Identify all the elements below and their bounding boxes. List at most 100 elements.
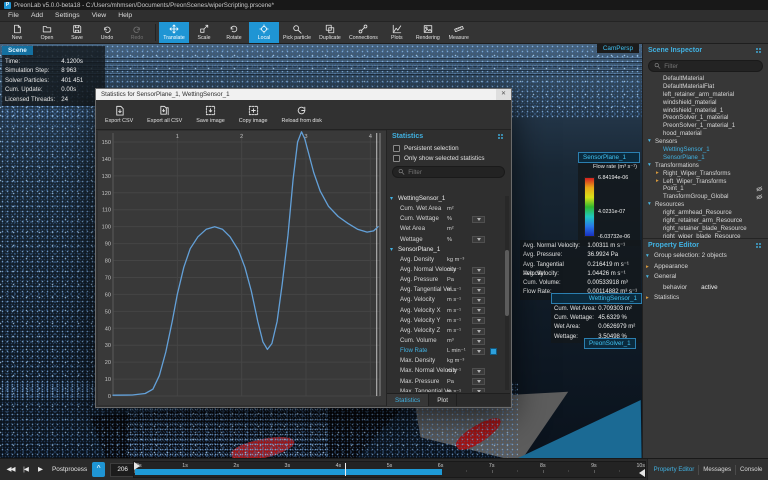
unit-dropdown[interactable] (472, 267, 485, 274)
tree-item-right-retainer-blade-resource[interactable]: right_retainer_blade_Resource (643, 225, 768, 233)
toolbar-button-open[interactable]: Open (32, 22, 62, 43)
tree-item-defaultmaterialflat[interactable]: DefaultMaterialFlat (643, 83, 768, 91)
frame-number[interactable]: 206 (110, 463, 135, 477)
menu-add[interactable]: Add (25, 10, 49, 22)
stats-row-wettage[interactable]: Wettage% (387, 235, 510, 245)
playback-mode-selector[interactable]: Postprocess (49, 466, 90, 473)
collapse-arrow-icon[interactable]: ▾ (646, 272, 649, 283)
tree-item-right-armhead-resource[interactable]: right_armhead_Resource (643, 209, 768, 217)
collapse-arrow-icon[interactable]: ▾ (646, 251, 649, 262)
unit-dropdown[interactable] (472, 388, 485, 392)
toolbar-button-measure[interactable]: Measure (444, 22, 474, 43)
tree-item-preonsolver-1-material-1[interactable]: PreonSolver_1_material_1 (643, 122, 768, 130)
menu-settings[interactable]: Settings (49, 10, 86, 22)
timeline-start-handle[interactable] (134, 462, 140, 470)
toolbar-button-translate[interactable]: Translate (159, 22, 189, 43)
menu-file[interactable]: File (2, 10, 25, 22)
scrollbar-thumb[interactable] (505, 250, 509, 316)
expand-timeline-button[interactable]: ^ (92, 462, 105, 477)
expand-arrow-icon[interactable]: ▸ (656, 178, 659, 186)
stats-row-max-tangential-ve[interactable]: Max. Tangential Ve...m s⁻¹ (387, 387, 510, 392)
tree-item-transformations[interactable]: ▾Transformations (643, 162, 768, 170)
unit-dropdown[interactable] (472, 216, 485, 223)
checkbox-only-show-selected-statistics[interactable]: Only show selected statistics (387, 153, 510, 163)
tree-item-point-1[interactable]: Point_1 (643, 185, 768, 193)
tree-item-windshield-material[interactable]: windshield_material (643, 99, 768, 107)
stats-row-avg-velocity-x[interactable]: Avg. Velocity Xm s⁻¹ (387, 306, 510, 316)
statistics-filter[interactable] (392, 166, 505, 178)
tree-item-resources[interactable]: ▾Resources (643, 201, 768, 209)
tree-item-hood-material[interactable]: hood_material (643, 130, 768, 138)
playhead[interactable] (345, 463, 346, 476)
step-back-button[interactable]: |◀ (19, 462, 32, 477)
stats-group-wettingsensor-1[interactable]: ▾WettingSensor_1 (387, 194, 510, 204)
statistics-plot[interactable]: 0102030405060708090100110120130140150123… (98, 131, 386, 405)
toolbar-button-rendering[interactable]: Rendering (412, 22, 444, 43)
dialog-button-export-all-csv[interactable]: Export all CSV (142, 103, 187, 126)
stats-row-cum-wet-area[interactable]: Cum. Wet Aream² (387, 204, 510, 214)
scene-panel-title[interactable]: Scene (2, 46, 33, 55)
tree-item-left-wiper-transforms[interactable]: ▸Left_Wiper_Transforms (643, 178, 768, 186)
statistics-scrollbar[interactable] (505, 196, 509, 390)
stats-row-wet-area[interactable]: Wet Aream² (387, 224, 510, 234)
stats-row-avg-tangential-vel[interactable]: Avg. Tangential Vel...m s⁻¹ (387, 285, 510, 295)
toolbar-button-redo[interactable]: Redo (122, 22, 152, 43)
toolbar-button-rotate[interactable]: Rotate (219, 22, 249, 43)
unit-dropdown[interactable] (472, 348, 485, 355)
dialog-button-export-csv[interactable]: Export CSV (100, 103, 138, 126)
tree-item-right-wiper-blade-resource[interactable]: right_wiper_blade_Resource (643, 233, 768, 238)
toolbar-button-undo[interactable]: Undo (92, 22, 122, 43)
unit-dropdown[interactable] (472, 317, 485, 324)
toolbar-button-plots[interactable]: Plots (382, 22, 412, 43)
unit-dropdown[interactable] (472, 287, 485, 294)
property-section-statistics[interactable]: ▸Statistics (643, 293, 768, 304)
stats-group-sensorplane-1[interactable]: ▾SensorPlane_1 (387, 245, 510, 255)
stats-row-avg-density[interactable]: Avg. Densitykg m⁻³ (387, 255, 510, 265)
bottom-tab-property-editor[interactable]: Property Editor (650, 465, 699, 475)
tree-item-left-retainer-arm-material[interactable]: left_retainer_arm_material (643, 91, 768, 99)
wettingsensor-title[interactable]: WettingSensor_1 (551, 293, 642, 304)
plot-checkbox[interactable] (490, 348, 497, 355)
tab-plot[interactable]: Plot (429, 394, 457, 406)
stats-row-flow-rate[interactable]: Flow RateL min⁻¹ (387, 346, 510, 356)
unit-dropdown[interactable] (472, 236, 485, 243)
tree-item-windshield-material-1[interactable]: windshield_material_1 (643, 107, 768, 115)
expand-arrow-icon[interactable]: ▸ (646, 293, 649, 304)
inspector-filter[interactable] (648, 60, 763, 72)
dialog-close-button[interactable]: ✕ (496, 89, 511, 100)
unit-dropdown[interactable] (472, 307, 485, 314)
stats-row-avg-pressure[interactable]: Avg. PressurePa (387, 275, 510, 285)
camera-label[interactable]: CamPersp (597, 44, 639, 53)
toolbar-button-scale[interactable]: Scale (189, 22, 219, 43)
preonsolver-label[interactable]: PreonSolver_1 (584, 338, 636, 349)
toolbar-button-save[interactable]: Save (62, 22, 92, 43)
collapse-arrow-icon[interactable]: ▾ (648, 162, 651, 170)
tab-statistics[interactable]: Statistics (387, 394, 429, 406)
toolbar-button-new[interactable]: New (2, 22, 32, 43)
unit-dropdown[interactable] (472, 368, 485, 375)
viewport-3d[interactable]: Scene Time:4.1200sSimulation Step:8 963S… (0, 44, 642, 458)
tree-item-sensors[interactable]: ▾Sensors (643, 138, 768, 146)
unit-dropdown[interactable] (472, 297, 485, 304)
tree-item-wettingsensor-1[interactable]: WettingSensor_1 (643, 146, 768, 154)
stats-row-max-pressure[interactable]: Max. PressurePa (387, 377, 510, 387)
menu-help[interactable]: Help (112, 10, 138, 22)
panel-options-icon[interactable] (754, 241, 763, 250)
timeline-end-handle[interactable] (639, 469, 645, 477)
dialog-button-save-image[interactable]: Save image (191, 103, 229, 126)
stats-row-cum-volume[interactable]: Cum. Volumem³ (387, 336, 510, 346)
tree-item-defaultmaterial[interactable]: DefaultMaterial (643, 75, 768, 83)
tree-item-right-retainer-arm-resource[interactable]: right_retainer_arm_Resource (643, 217, 768, 225)
checkbox-persistent-selection[interactable]: Persistent selection (387, 143, 510, 153)
menu-view[interactable]: View (86, 10, 113, 22)
collapse-arrow-icon[interactable]: ▾ (648, 201, 651, 209)
statistics-filter-input[interactable] (408, 169, 499, 176)
unit-dropdown[interactable] (472, 338, 485, 345)
unit-dropdown[interactable] (472, 277, 485, 284)
inspector-filter-input[interactable] (664, 63, 757, 70)
stats-row-max-normal-velocity[interactable]: Max. Normal Velocitym s⁻¹ (387, 366, 510, 376)
property-value[interactable]: active (701, 284, 717, 291)
property-section-group-selection-2-objects[interactable]: ▾Group selection: 2 objects (643, 251, 768, 262)
stats-row-avg-velocity-y[interactable]: Avg. Velocity Ym s⁻¹ (387, 316, 510, 326)
panel-options-icon[interactable] (496, 132, 505, 141)
